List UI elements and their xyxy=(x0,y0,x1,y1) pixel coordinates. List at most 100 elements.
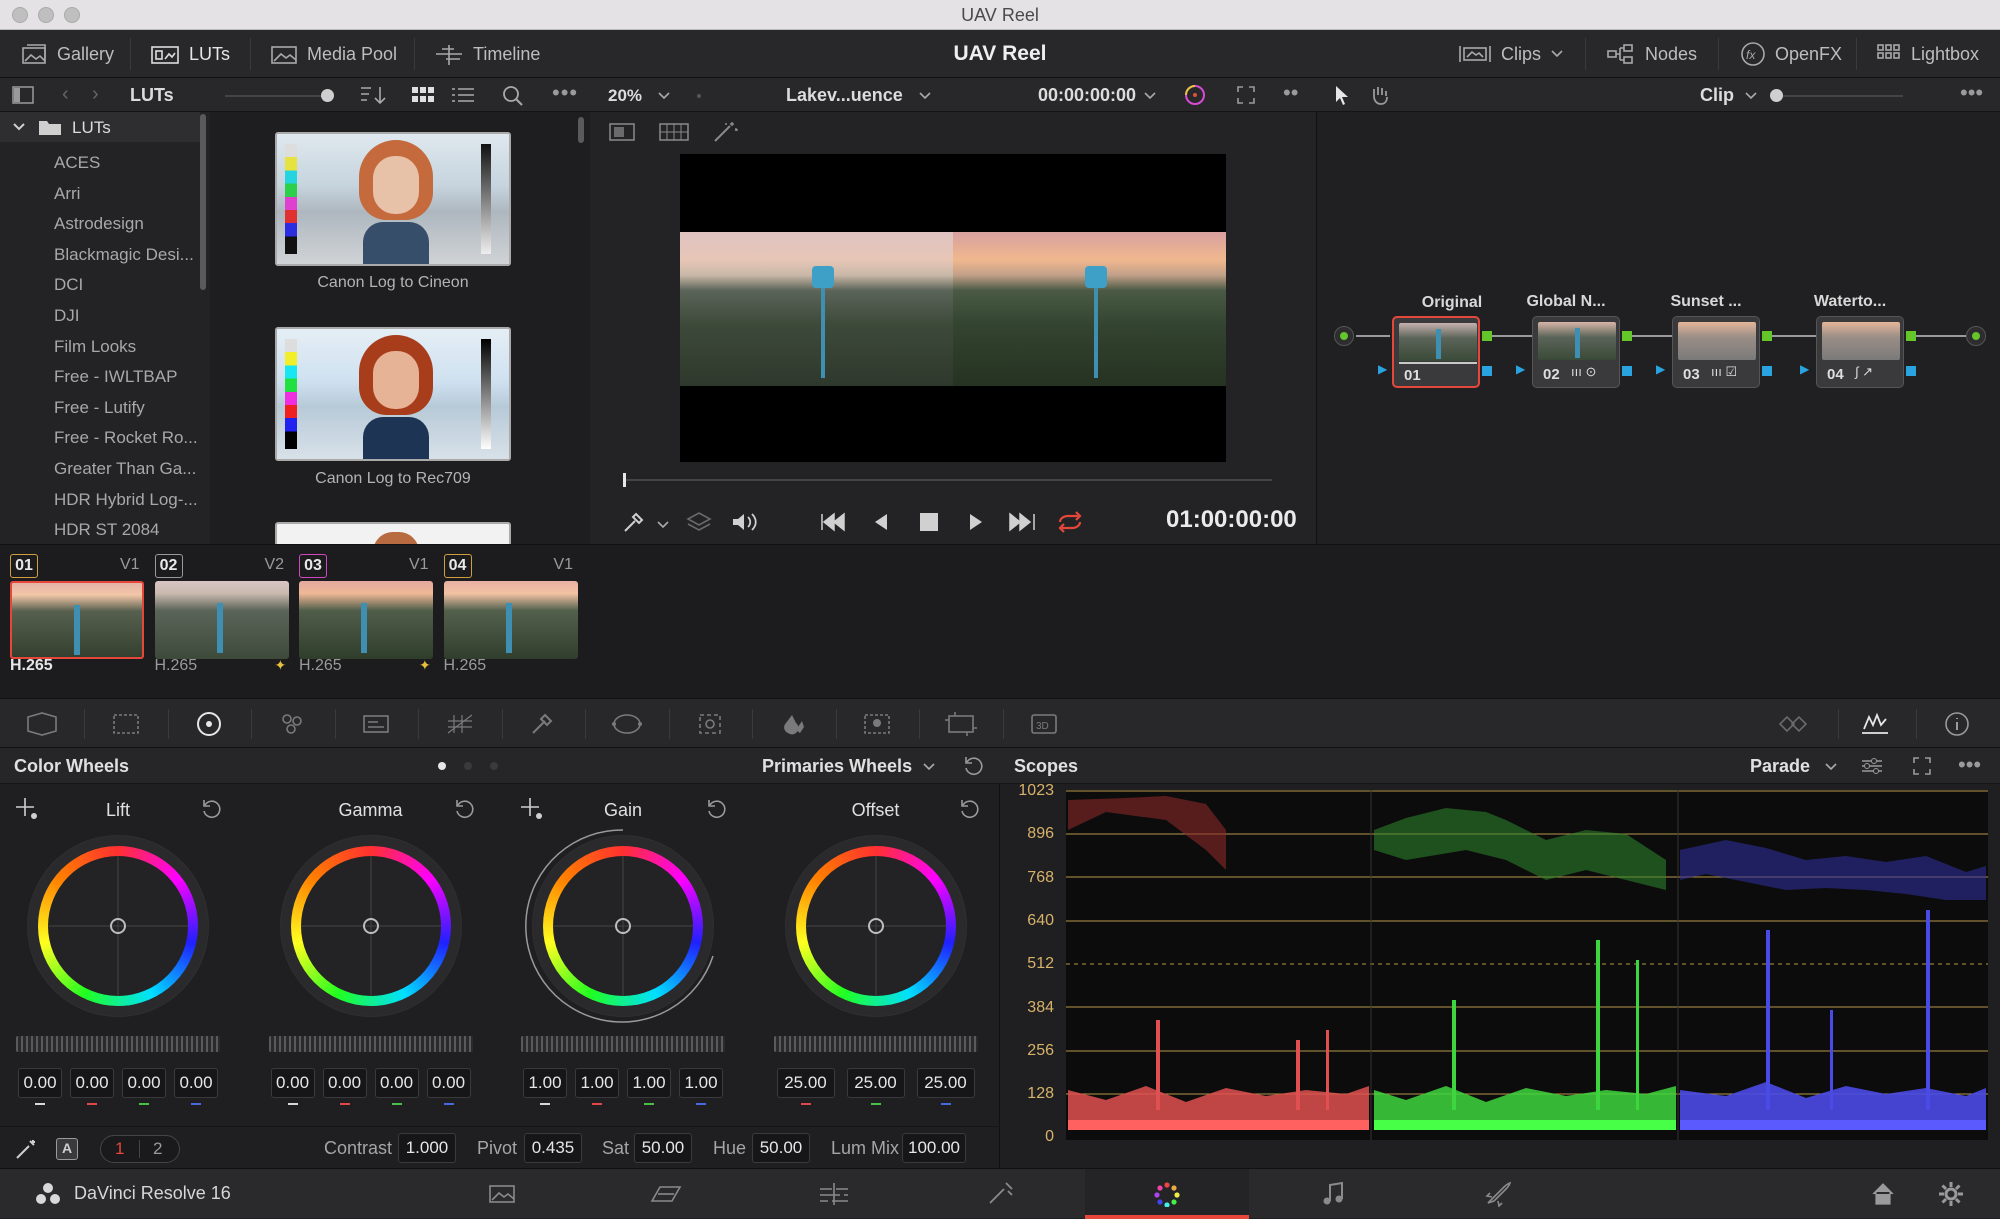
motion-effects-icon[interactable] xyxy=(356,709,396,739)
node-zoom-slider[interactable] xyxy=(1783,95,1903,97)
node-global-n[interactable]: 02 ııı ⊙ xyxy=(1532,316,1620,388)
color-wheel[interactable] xyxy=(785,836,966,1016)
alpha-output-port[interactable] xyxy=(1482,366,1492,376)
lut-folder-item[interactable]: HDR Hybrid Log-... xyxy=(0,485,200,515)
master-wheel[interactable] xyxy=(16,1036,220,1052)
slider-handle[interactable] xyxy=(321,89,334,102)
picker-icon[interactable] xyxy=(519,796,545,822)
pivot-field[interactable]: 0.435 xyxy=(524,1133,582,1163)
lut-thumbnail[interactable] xyxy=(275,522,511,544)
lut-folder-item[interactable]: DCI xyxy=(0,270,200,300)
color-wheels-icon[interactable] xyxy=(189,709,229,739)
nodes-button[interactable]: Nodes xyxy=(1606,30,1697,78)
lum-mix-field[interactable]: 100.00 xyxy=(902,1133,966,1163)
color-wheel[interactable] xyxy=(280,836,461,1016)
scopes-icon[interactable] xyxy=(1860,711,1890,737)
auto-balance-icon[interactable] xyxy=(14,1137,40,1161)
sat-field[interactable]: 50.00 xyxy=(634,1133,692,1163)
stop-button[interactable] xyxy=(920,513,938,531)
camera-raw-icon[interactable] xyxy=(22,709,62,739)
hue-field[interactable]: 50.00 xyxy=(752,1133,810,1163)
chevron-down-icon[interactable] xyxy=(657,91,671,101)
node-mode-select[interactable]: Clip xyxy=(1700,85,1734,106)
sort-icon[interactable] xyxy=(358,85,386,105)
alpha-output-port[interactable] xyxy=(1906,366,1916,376)
hand-icon[interactable] xyxy=(1368,84,1392,106)
volume-icon[interactable] xyxy=(730,510,760,534)
more-options-icon[interactable]: ••• xyxy=(1960,80,1983,106)
scrollbar[interactable] xyxy=(200,114,206,290)
expand-icon[interactable] xyxy=(1912,756,1932,776)
clips-button[interactable]: Clips xyxy=(1458,30,1564,78)
gallery-button[interactable]: Gallery xyxy=(20,30,114,78)
lut-folder-item[interactable]: HDR ST 2084 xyxy=(0,515,200,545)
rgb-output-port[interactable] xyxy=(1906,331,1916,341)
master-wheel[interactable] xyxy=(521,1036,725,1052)
wheel-value-field[interactable]: 1.00 xyxy=(679,1068,723,1098)
lut-thumbnail[interactable] xyxy=(275,327,511,461)
chevron-down-icon[interactable] xyxy=(918,91,932,101)
node-input[interactable] xyxy=(1334,326,1354,346)
reverse-play-icon[interactable] xyxy=(872,512,892,532)
wheel-value-field[interactable]: 0.00 xyxy=(122,1068,166,1098)
node-output[interactable] xyxy=(1966,326,1986,346)
wheel-value-field[interactable]: 25.00 xyxy=(776,1068,835,1098)
rgb-output-port[interactable] xyxy=(1482,331,1492,341)
lut-folder-item[interactable]: DJI xyxy=(0,301,200,331)
deliver-page-icon[interactable] xyxy=(1484,1181,1514,1207)
more-options-icon[interactable]: ••• xyxy=(552,80,578,106)
grid-view-icon[interactable] xyxy=(412,87,434,103)
key-icon[interactable] xyxy=(857,709,897,739)
scope-settings-icon[interactable] xyxy=(1860,756,1884,776)
more-options-icon[interactable]: ••• xyxy=(1958,752,1981,778)
fairlight-page-icon[interactable] xyxy=(1322,1181,1346,1207)
picker-icon[interactable] xyxy=(14,796,40,822)
openfx-button[interactable]: fx OpenFX xyxy=(1740,30,1842,78)
fusion-page-icon[interactable] xyxy=(986,1181,1016,1207)
page-dot-active[interactable] xyxy=(438,762,446,770)
master-wheel[interactable] xyxy=(268,1036,473,1052)
magic-wand-icon[interactable] xyxy=(712,120,740,144)
zoom-level[interactable]: 20% xyxy=(608,86,642,106)
alpha-input-port[interactable]: ▶ xyxy=(1800,362,1809,376)
page-dot[interactable] xyxy=(490,762,498,770)
timeline-name[interactable]: Lakev...uence xyxy=(786,85,903,106)
search-icon[interactable] xyxy=(502,85,524,107)
reset-icon[interactable] xyxy=(200,798,222,820)
sizing-icon[interactable] xyxy=(941,709,981,739)
wheel-value-field[interactable]: 1.00 xyxy=(575,1068,619,1098)
3d-icon[interactable]: 3D xyxy=(1024,709,1064,739)
lut-folder-item[interactable]: ACES xyxy=(0,148,200,178)
curves-icon[interactable] xyxy=(440,709,480,739)
go-to-start-icon[interactable] xyxy=(820,512,850,532)
wheel-value-field[interactable]: 1.00 xyxy=(523,1068,567,1098)
lut-folder-item[interactable]: Blackmagic Desi... xyxy=(0,240,200,270)
color-wheel[interactable] xyxy=(28,836,208,1016)
clip-thumbnail[interactable] xyxy=(299,581,433,659)
playhead[interactable] xyxy=(623,473,626,487)
clip-thumbnail[interactable] xyxy=(10,581,144,659)
cut-page-icon[interactable] xyxy=(650,1183,684,1205)
info-icon[interactable] xyxy=(1944,711,1970,737)
edit-page-icon[interactable] xyxy=(818,1181,850,1207)
lut-folder-item[interactable]: Free - IWLTBAP xyxy=(0,362,200,392)
media-page-icon[interactable] xyxy=(488,1183,516,1205)
lut-thumbnail[interactable] xyxy=(275,132,511,266)
master-wheel[interactable] xyxy=(773,1036,978,1052)
alpha-output-port[interactable] xyxy=(1622,366,1632,376)
wheel-value-field[interactable]: 25.00 xyxy=(846,1068,905,1098)
blur-icon[interactable] xyxy=(774,709,814,739)
color-match-icon[interactable] xyxy=(106,709,146,739)
play-icon[interactable] xyxy=(966,512,986,532)
reset-icon[interactable] xyxy=(453,798,475,820)
wheel-value-field[interactable]: 0.00 xyxy=(174,1068,218,1098)
rgb-mixer-icon[interactable] xyxy=(273,709,313,739)
alpha-output-port[interactable] xyxy=(1762,366,1772,376)
node-sunset[interactable]: 03 ııı ☑ xyxy=(1672,316,1760,388)
more-options-icon[interactable]: •• xyxy=(1283,80,1298,106)
chevron-down-icon[interactable] xyxy=(1824,762,1838,772)
clip-thumbnail[interactable] xyxy=(154,581,289,659)
thumbnail-size-slider[interactable] xyxy=(225,95,325,97)
wheels-mode-select[interactable]: Primaries Wheels xyxy=(762,756,912,777)
page-2-button[interactable]: 2 xyxy=(153,1139,162,1159)
